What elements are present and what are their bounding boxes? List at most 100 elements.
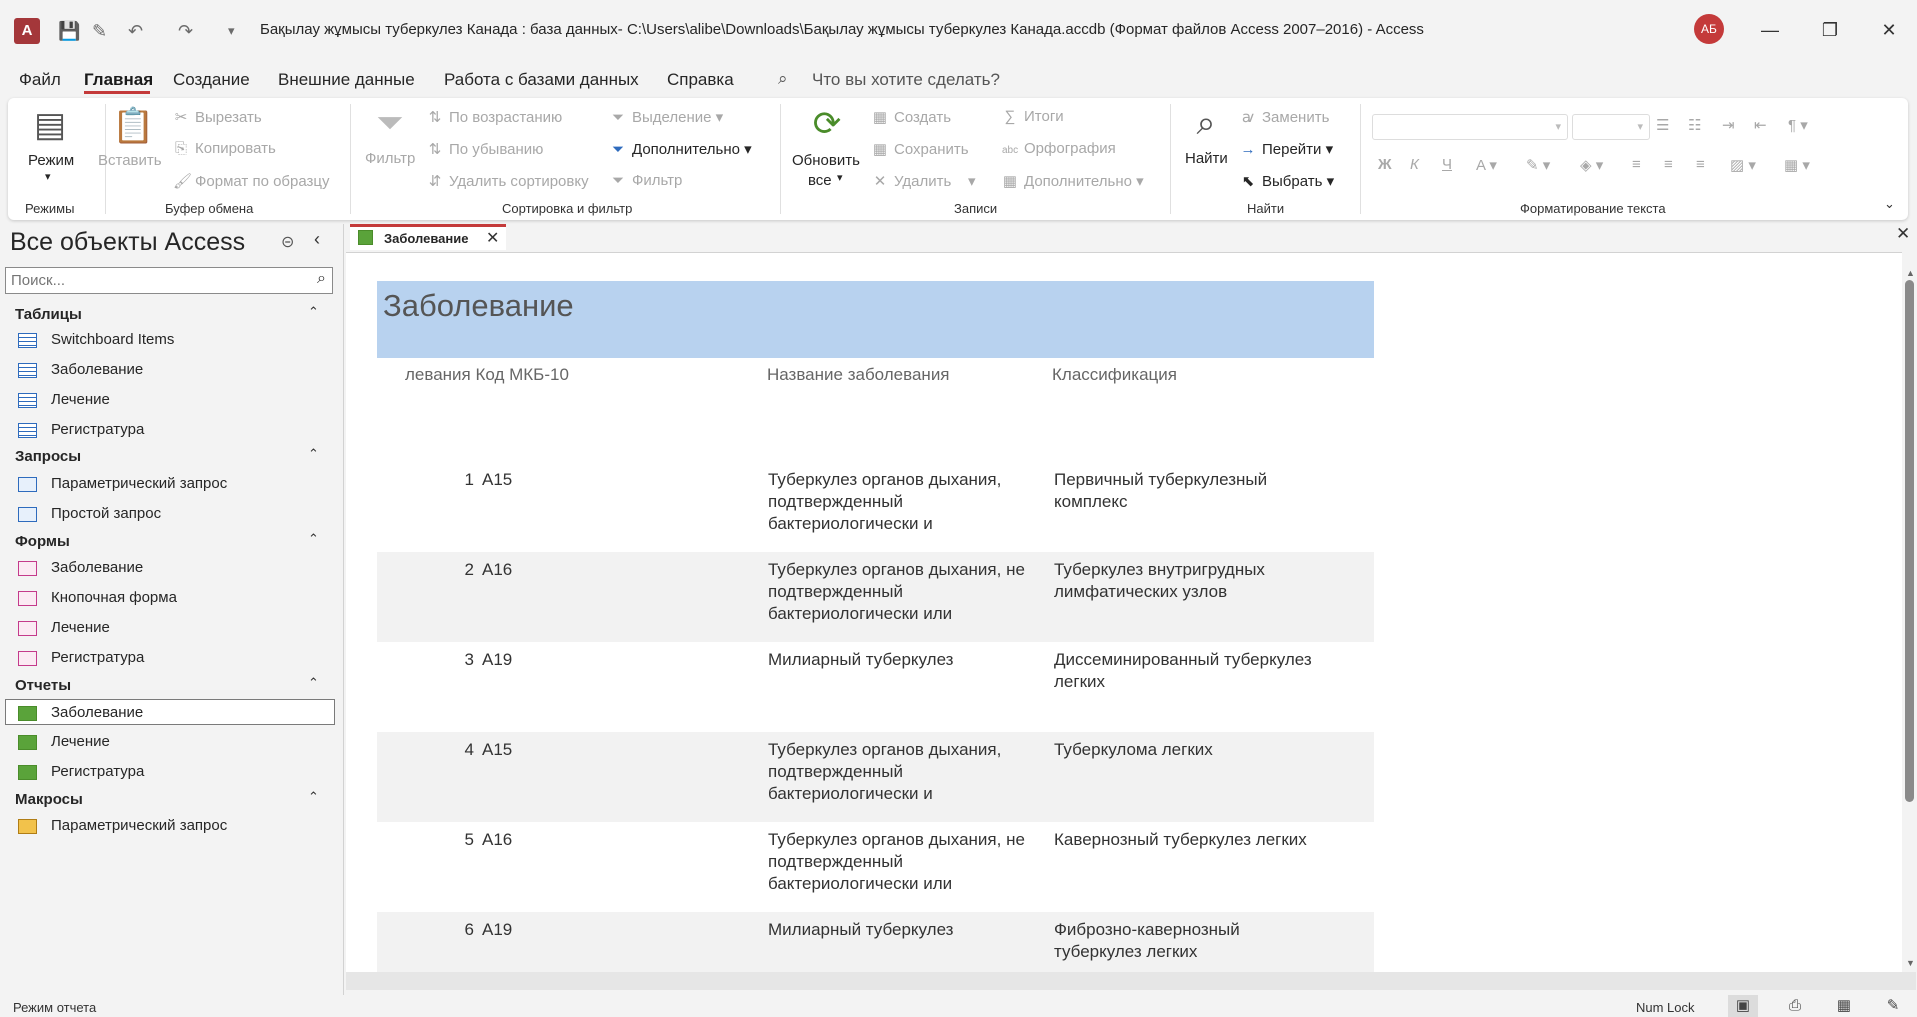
- search-icon[interactable]: ⌕: [317, 270, 326, 288]
- advanced-filter-button[interactable]: ⏷ Дополнительно ▾: [610, 140, 752, 158]
- nav-item-form-zabolevanie[interactable]: Заболевание: [18, 555, 336, 581]
- nav-item-macro-parametric[interactable]: Параметрический запрос: [18, 813, 336, 839]
- nav-item-report-zabolevanie[interactable]: Заболевание: [5, 699, 335, 725]
- nav-section-queries[interactable]: Запросы: [15, 448, 81, 465]
- bullets-icon[interactable]: ☰: [1656, 116, 1669, 134]
- nav-item-table-lechenie[interactable]: Лечение: [18, 387, 336, 413]
- sort-descending-button[interactable]: ⇅ По убыванию: [427, 140, 544, 158]
- refresh-all-button[interactable]: Обновить: [792, 152, 860, 169]
- save-icon[interactable]: 💾: [58, 18, 80, 44]
- outdent-icon[interactable]: ⇤: [1754, 116, 1767, 134]
- collapse-ribbon-icon[interactable]: ⌄: [1884, 196, 1895, 212]
- font-size-select[interactable]: ▾: [1572, 114, 1650, 140]
- italic-button[interactable]: К: [1410, 156, 1419, 173]
- nav-item-query-parametric[interactable]: Параметрический запрос: [18, 471, 336, 497]
- minimize-icon[interactable]: —: [1750, 14, 1790, 46]
- paragraph-icon[interactable]: ¶ ▾: [1788, 116, 1808, 134]
- collapse-pane-icon[interactable]: ‹: [314, 229, 320, 250]
- form-edit-icon[interactable]: ✎: [92, 18, 107, 44]
- chevron-down-icon[interactable]: ▾: [45, 170, 51, 183]
- filter-button[interactable]: Фильтр: [365, 150, 415, 167]
- layout-view-icon[interactable]: ▦: [1829, 995, 1859, 1017]
- nav-item-form-registratura[interactable]: Регистратура: [18, 645, 336, 671]
- nav-pane-title[interactable]: Все объекты Access: [10, 228, 245, 257]
- nav-item-form-switchboard[interactable]: Кнопочная форма: [18, 585, 336, 611]
- chevron-up-icon[interactable]: ⌃: [308, 675, 319, 691]
- nav-item-table-switchboard-items[interactable]: Switchboard Items: [18, 327, 336, 353]
- alternate-row-color-icon[interactable]: ▨ ▾: [1730, 156, 1756, 174]
- scroll-up-icon[interactable]: ▲: [1906, 268, 1915, 278]
- restore-icon[interactable]: ❐: [1810, 14, 1850, 46]
- close-tab-icon[interactable]: ✕: [486, 228, 499, 248]
- avatar[interactable]: АБ: [1694, 14, 1724, 44]
- nav-item-report-registratura[interactable]: Регистратура: [18, 759, 336, 785]
- align-left-icon[interactable]: ≡: [1632, 156, 1641, 173]
- close-window-icon[interactable]: ✕: [1869, 14, 1909, 46]
- font-family-select[interactable]: ▾: [1372, 114, 1568, 140]
- toggle-filter-button[interactable]: ⏷ Фильтр: [610, 172, 682, 189]
- chevron-up-icon[interactable]: ⌃: [308, 304, 319, 320]
- nav-section-forms[interactable]: Формы: [15, 533, 70, 550]
- print-preview-icon[interactable]: ⎙: [1780, 995, 1810, 1017]
- nav-search-input[interactable]: [6, 268, 306, 292]
- remove-sort-button[interactable]: ⇵ Удалить сортировку: [427, 172, 589, 190]
- redo-icon[interactable]: ↷: [178, 18, 193, 44]
- gridlines-icon[interactable]: ▦ ▾: [1784, 156, 1810, 174]
- vertical-scroll-thumb[interactable]: [1905, 280, 1914, 802]
- tab-create[interactable]: Создание: [173, 70, 250, 90]
- tab-report-zabolevanie[interactable]: Заболевание ✕: [350, 224, 506, 250]
- bold-button[interactable]: Ж: [1378, 156, 1392, 173]
- nav-section-tables[interactable]: Таблицы: [15, 306, 82, 323]
- nav-item-form-lechenie[interactable]: Лечение: [18, 615, 336, 641]
- copy-button[interactable]: ⎘ Копировать: [173, 140, 276, 157]
- refresh-all-icon[interactable]: ⟳: [807, 104, 847, 144]
- paste-button[interactable]: Вставить: [98, 152, 162, 169]
- nav-item-table-registratura[interactable]: Регистратура: [18, 417, 336, 443]
- tab-file[interactable]: Файл: [19, 70, 61, 90]
- refresh-all-button-line2[interactable]: все: [808, 172, 832, 189]
- selection-button[interactable]: ⏷ Выделение ▾: [610, 108, 723, 126]
- find-button[interactable]: Найти: [1185, 150, 1228, 167]
- align-center-icon[interactable]: ≡: [1664, 156, 1673, 173]
- nav-section-reports[interactable]: Отчеты: [15, 677, 71, 694]
- nav-item-report-lechenie[interactable]: Лечение: [18, 729, 336, 755]
- chevron-up-icon[interactable]: ⌃: [308, 446, 319, 462]
- find-icon[interactable]: ⌕: [1186, 104, 1226, 143]
- select-button[interactable]: ⬉ Выбрать ▾: [1240, 172, 1334, 190]
- highlight-icon[interactable]: ✎ ▾: [1526, 156, 1550, 174]
- tab-database-tools[interactable]: Работа с базами данных: [444, 70, 639, 90]
- goto-button[interactable]: → Перейти ▾: [1240, 140, 1334, 158]
- chevron-down-icon[interactable]: ▾: [837, 171, 843, 184]
- access-logo-icon[interactable]: A: [14, 18, 40, 44]
- replace-button[interactable]: ꜹ Заменить: [1240, 108, 1330, 126]
- customize-qat-icon[interactable]: ▾: [228, 18, 235, 44]
- tab-external-data[interactable]: Внешние данные: [278, 70, 415, 90]
- delete-record-button[interactable]: ✕ Удалить ▾: [872, 172, 976, 190]
- indent-icon[interactable]: ⇥: [1722, 116, 1735, 134]
- vertical-scrollbar[interactable]: ▲ ▼: [1903, 268, 1915, 970]
- fill-color-icon[interactable]: ◈ ▾: [1580, 156, 1603, 174]
- save-record-button[interactable]: ▦ Сохранить: [872, 140, 969, 158]
- format-painter-button[interactable]: 🖌 Формат по образцу: [173, 172, 330, 190]
- view-button[interactable]: Режим: [28, 152, 74, 169]
- view-icon[interactable]: ▤: [30, 105, 70, 145]
- undo-icon[interactable]: ↶: [128, 18, 143, 44]
- tab-home[interactable]: Главная: [84, 70, 153, 90]
- underline-button[interactable]: Ч: [1442, 156, 1452, 173]
- align-right-icon[interactable]: ≡: [1696, 156, 1705, 173]
- tell-me-search[interactable]: Что вы хотите сделать?: [812, 70, 1000, 90]
- cut-button[interactable]: ✂ Вырезать: [173, 108, 262, 126]
- font-color-icon[interactable]: A ▾: [1476, 156, 1497, 174]
- spelling-button[interactable]: abc Орфография: [1002, 140, 1116, 157]
- nav-menu-dropdown-icon[interactable]: ⊝: [281, 232, 294, 252]
- scroll-down-icon[interactable]: ▼: [1906, 958, 1915, 968]
- nav-section-macros[interactable]: Макросы: [15, 791, 83, 808]
- totals-button[interactable]: ∑ Итоги: [1002, 108, 1064, 125]
- report-view-icon[interactable]: ▣: [1728, 995, 1758, 1017]
- horizontal-scrollbar[interactable]: [346, 972, 1916, 990]
- chevron-up-icon[interactable]: ⌃: [308, 531, 319, 547]
- design-view-icon[interactable]: ✎: [1878, 995, 1908, 1017]
- close-document-icon[interactable]: ✕: [1896, 224, 1910, 244]
- numbering-icon[interactable]: ☷: [1688, 116, 1701, 134]
- more-records-button[interactable]: ▦ Дополнительно ▾: [1002, 172, 1144, 190]
